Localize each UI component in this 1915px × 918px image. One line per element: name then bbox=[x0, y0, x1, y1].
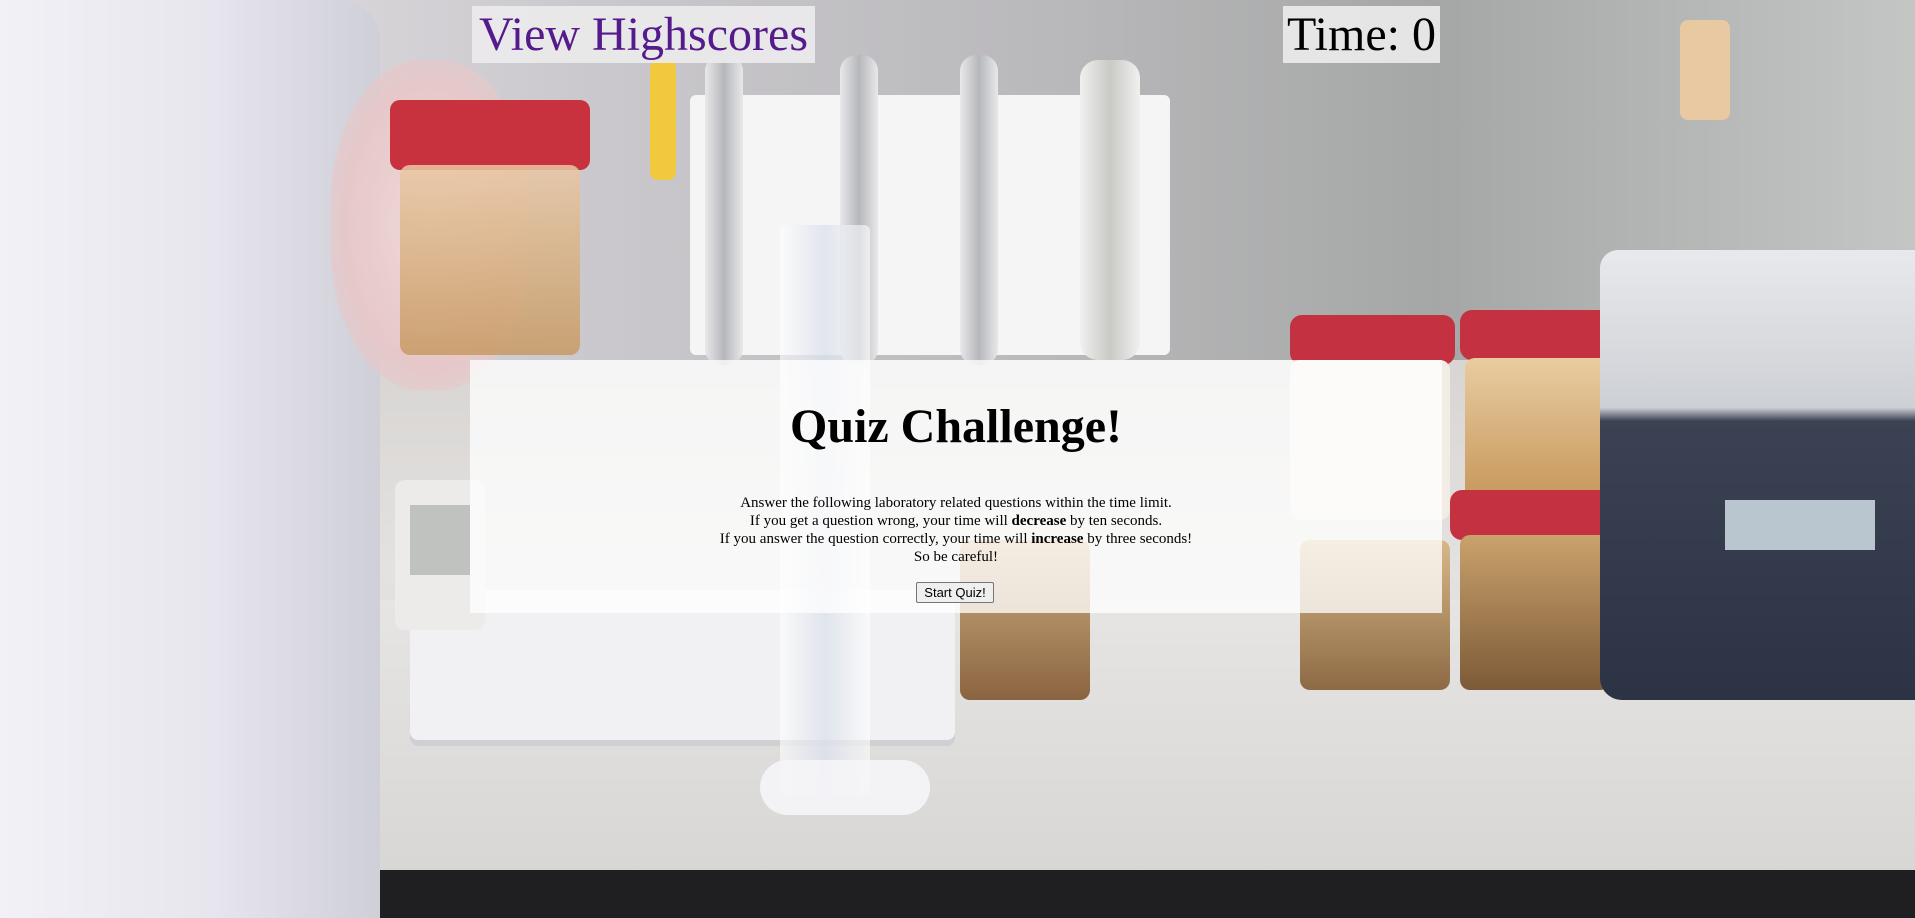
instruction-line-2-prefix: If you get a question wrong, your time w… bbox=[749, 513, 1012, 529]
instruction-line-2: If you get a question wrong, your time w… bbox=[470, 512, 1442, 530]
intro-panel: Quiz Challenge! Answer the following lab… bbox=[470, 360, 1442, 613]
instruction-line-2-suffix: by ten seconds. bbox=[1066, 513, 1163, 529]
instruction-line-4: So be careful! bbox=[913, 549, 999, 565]
instruction-line-3-prefix: If you answer the question correctly, yo… bbox=[719, 531, 1032, 547]
start-quiz-button[interactable]: Start Quiz! bbox=[916, 582, 994, 603]
increase-emphasis: increase bbox=[1031, 531, 1084, 547]
instruction-line-1: Answer the following laboratory related … bbox=[740, 495, 1172, 511]
instructions: Answer the following laboratory related … bbox=[470, 494, 1442, 566]
view-highscores-link[interactable]: View Highscores bbox=[472, 6, 815, 63]
quiz-title: Quiz Challenge! bbox=[790, 400, 1122, 453]
instruction-line-3-suffix: by three seconds! bbox=[1083, 531, 1193, 547]
timer-display: Time: 0 bbox=[1283, 6, 1440, 63]
instruction-line-3: If you answer the question correctly, yo… bbox=[470, 530, 1442, 548]
decrease-emphasis: decrease bbox=[1011, 513, 1067, 529]
